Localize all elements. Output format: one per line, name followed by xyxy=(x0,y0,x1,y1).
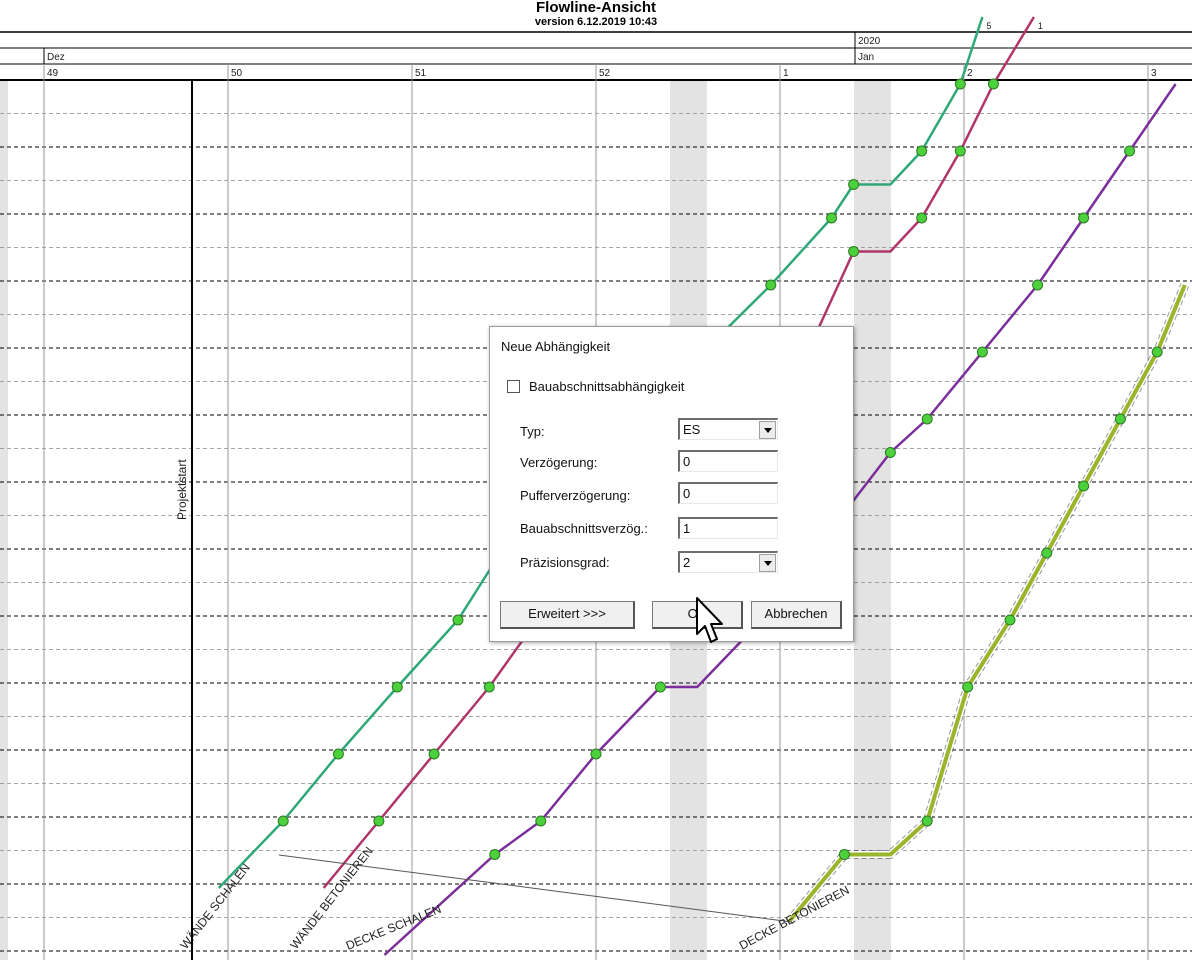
praezisionsgrad-select[interactable]: 2 xyxy=(678,551,778,573)
bauabschnittsverzoeg-label: Bauabschnittsverzög.: xyxy=(520,521,648,536)
pufferverzoegerung-label: Pufferverzögerung: xyxy=(520,488,631,503)
data-point xyxy=(391,681,403,693)
data-point xyxy=(765,279,777,291)
data-point xyxy=(884,447,896,458)
weekend-shade xyxy=(0,80,8,960)
data-point xyxy=(428,748,440,760)
praezisionsgrad-label: Präzisionsgrad: xyxy=(520,555,610,570)
week-label: 2 xyxy=(967,68,973,79)
data-point xyxy=(489,849,501,860)
data-point xyxy=(1041,547,1053,559)
mouse-cursor-icon xyxy=(696,597,723,643)
praezisionsgrad-value: 2 xyxy=(683,555,691,570)
verzoegerung-input[interactable]: 0 xyxy=(678,450,778,472)
data-point xyxy=(921,815,933,827)
projektstart-label: Projektstart xyxy=(175,459,189,520)
year-label: 2020 xyxy=(858,36,881,47)
data-point xyxy=(954,145,966,157)
data-point xyxy=(921,413,933,425)
chart-subtitle: version 6.12.2019 10:43 xyxy=(534,16,658,28)
data-point xyxy=(1032,279,1044,291)
chevron-down-icon[interactable] xyxy=(759,554,776,572)
week-label: 49 xyxy=(47,68,59,79)
data-point xyxy=(452,614,464,626)
data-point xyxy=(826,212,838,224)
abbrechen-button[interactable]: Abbrechen xyxy=(751,601,842,629)
data-point xyxy=(1004,614,1016,626)
bauabschnitt-checkbox-label: Bauabschnittsabhängigkeit xyxy=(529,379,685,394)
chevron-down-icon[interactable] xyxy=(759,421,776,439)
typ-select[interactable]: ES xyxy=(678,418,778,440)
data-point xyxy=(916,145,928,157)
data-point xyxy=(332,748,344,760)
chart-title: Flowline-Ansicht xyxy=(536,0,656,16)
chart-title-area: Flowline-Ansicht version 6.12.2019 10:43 xyxy=(0,0,1192,32)
month-label: Dez xyxy=(47,52,65,63)
data-point xyxy=(654,681,666,693)
bauabschnittsverzoeg-input[interactable]: 1 xyxy=(678,517,778,539)
data-point xyxy=(1078,480,1090,492)
erweitert-button[interactable]: Erweitert >>> xyxy=(500,601,635,629)
data-point xyxy=(1078,212,1090,224)
data-point xyxy=(373,815,385,827)
pufferverzoegerung-input[interactable]: 0 xyxy=(678,482,778,504)
week-label: 1 xyxy=(783,68,789,79)
data-point xyxy=(848,246,860,257)
data-point xyxy=(1151,346,1163,358)
data-point xyxy=(1124,145,1136,157)
bauabschnitt-checkbox[interactable] xyxy=(507,380,520,393)
bauabschnitt-checkbox-row[interactable]: Bauabschnittsabhängigkeit xyxy=(507,379,684,394)
typ-value: ES xyxy=(683,422,701,437)
week-label: 52 xyxy=(599,68,611,79)
task-label: WÄNDE SCHALEN xyxy=(177,861,252,952)
data-point xyxy=(962,681,974,693)
neue-abhaengigkeit-dialog: Neue Abhängigkeit Bauabschnittsabhängigk… xyxy=(489,326,854,642)
month-label: Jan xyxy=(858,52,874,63)
weekend-shade xyxy=(854,80,891,960)
data-point xyxy=(1114,413,1126,425)
data-point xyxy=(848,179,860,190)
dialog-title: Neue Abhängigkeit xyxy=(501,339,611,354)
data-point xyxy=(987,78,999,90)
week-label: 51 xyxy=(415,68,427,79)
data-point xyxy=(954,78,966,90)
data-point xyxy=(590,748,602,760)
typ-label: Typ: xyxy=(520,424,545,439)
week-label: 3 xyxy=(1151,68,1157,79)
verzoegerung-label: Verzögerung: xyxy=(520,455,598,470)
data-point xyxy=(277,815,289,827)
data-point xyxy=(483,681,495,693)
data-point xyxy=(535,815,547,827)
data-point xyxy=(838,849,850,860)
week-label: 50 xyxy=(231,68,243,79)
data-point xyxy=(976,346,988,358)
data-point xyxy=(916,212,928,224)
